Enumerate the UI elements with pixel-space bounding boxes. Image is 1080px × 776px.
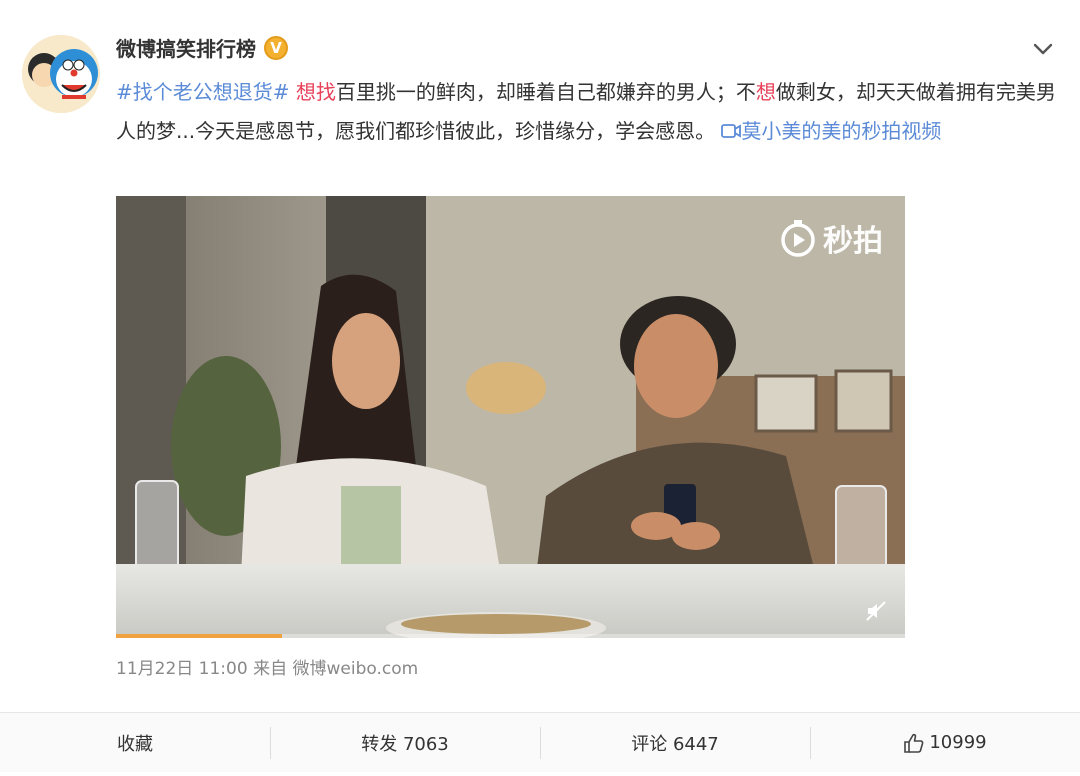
- watermark-text: 秒拍: [823, 224, 883, 259]
- repost-label: 转发 7063: [361, 733, 449, 755]
- post-meta: 11月22日 11:00 来自 微博weibo.com: [116, 654, 418, 679]
- favorite-button[interactable]: 收藏: [0, 713, 270, 772]
- video-player[interactable]: 秒拍: [116, 196, 905, 638]
- comment-button[interactable]: 评论 6447: [540, 713, 810, 772]
- username[interactable]: 微博搞笑排行榜: [116, 33, 256, 62]
- miaopai-watermark: 秒拍: [779, 216, 883, 260]
- chevron-down-icon[interactable]: [1032, 38, 1054, 60]
- thumbs-up-icon: [904, 733, 924, 753]
- post-text: #找个老公想退货# 想找百里挑一的鲜肉，却睡着自己都嫌弃的男人；不想做剩女，却天…: [116, 73, 1056, 151]
- action-bar: 收藏 转发 7063 评论 6447 10999: [0, 712, 1080, 772]
- post-body-text: 百里挑一的鲜肉，却睡着自己都嫌弃的男人；不: [335, 80, 756, 104]
- play-clock-icon: [781, 220, 815, 257]
- source-prefix: 来自: [253, 659, 288, 679]
- username-row: 微博搞笑排行榜 V: [116, 33, 288, 62]
- weibo-post-card: 微博搞笑排行榜 V #找个老公想退货# 想找百里挑一的鲜肉，却睡着自己都嫌弃的男…: [0, 0, 1080, 776]
- highlight-text: 想: [755, 80, 776, 104]
- video-progress-fill: [116, 634, 282, 638]
- mute-icon[interactable]: [865, 600, 887, 622]
- video-link-icon: [721, 124, 742, 138]
- hashtag-link[interactable]: #找个老公想退货#: [116, 80, 290, 104]
- verified-badge-icon: V: [264, 35, 288, 60]
- favorite-label: 收藏: [117, 733, 153, 755]
- like-button[interactable]: 10999: [810, 713, 1080, 772]
- video-frame: [116, 196, 905, 638]
- avatar-image: [22, 35, 100, 113]
- comment-label: 评论 6447: [631, 733, 719, 755]
- post-timestamp[interactable]: 11月22日 11:00: [116, 659, 248, 679]
- highlight-text: 想找: [295, 80, 336, 104]
- video-link[interactable]: 莫小美的美的秒拍视频: [721, 119, 941, 143]
- repost-button[interactable]: 转发 7063: [270, 713, 540, 772]
- video-link-label: 莫小美的美的秒拍视频: [741, 119, 942, 143]
- avatar[interactable]: [22, 35, 100, 113]
- post-source[interactable]: 微博weibo.com: [292, 659, 418, 679]
- like-count: 10999: [929, 732, 987, 753]
